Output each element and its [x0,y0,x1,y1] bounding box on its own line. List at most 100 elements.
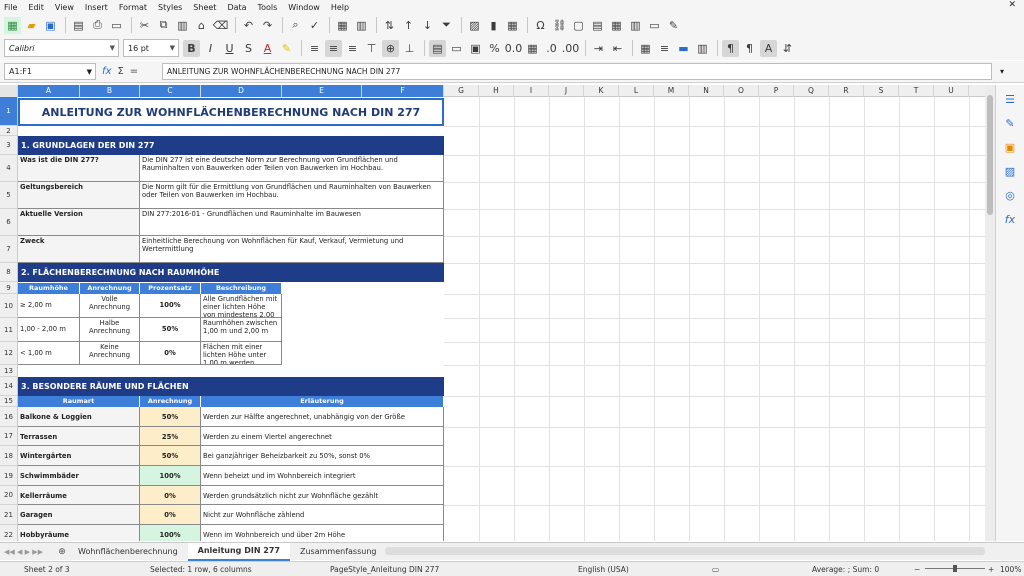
highlighting-icon[interactable]: ✎ [278,40,295,57]
menu-data[interactable]: Data [227,3,246,12]
comment-icon[interactable]: ▢ [570,17,587,34]
row-header-1[interactable]: 1 [0,97,18,126]
column-header-e[interactable]: E [282,85,362,97]
table-cell-beschreibung[interactable]: Raumhöhen zwischen 1,00 m und 2,00 m [201,318,282,342]
row-header-18[interactable]: 18 [0,446,18,466]
tab-navigation-arrows[interactable]: ◀◀ ◀ ▶ ▶▶ [0,548,56,556]
table-cell-anrechnung[interactable]: Keine Anrechnung [80,342,140,365]
raumart-cell[interactable]: Terrassen [18,427,140,446]
row-icon[interactable]: ▦ [334,17,351,34]
select-all-corner[interactable] [0,85,18,97]
language[interactable]: English (USA) [578,565,629,574]
align-right-icon[interactable]: ≡ [344,40,361,57]
menu-insert[interactable]: Insert [85,3,108,12]
column-header-j[interactable]: J [549,85,584,97]
sum-info[interactable]: Average: ; Sum: 0 [812,565,879,574]
table-cell-raumhoehe[interactable]: 1,00 - 2,00 m [18,318,80,342]
date-format-icon[interactable]: ▦ [524,40,541,57]
navigator-icon[interactable]: ◎ [1002,189,1018,205]
raumart-cell[interactable]: Kellerräume [18,486,140,505]
zoom-out-icon[interactable]: − [914,565,920,574]
hyperlink-icon[interactable]: ⛓ [551,17,568,34]
sheet-title[interactable]: ANLEITUNG ZUR WOHNFLÄCHENBERECHNUNG NACH… [18,98,444,126]
erlaeuterung-cell[interactable]: Wenn beheizt und im Wohnbereich integrie… [201,466,444,486]
align-bottom-icon[interactable]: ⊥ [401,40,418,57]
column-header-l[interactable]: L [619,85,654,97]
percent-format-icon[interactable]: % [486,40,503,57]
column-header-a[interactable]: A [18,85,80,97]
table-cell-anrechnung[interactable]: Volle Anrechnung [80,294,140,318]
anrechnung-cell[interactable]: 100% [140,466,201,486]
row-header-2[interactable]: 2 [0,126,18,136]
row-header-6[interactable]: 6 [0,209,18,236]
column-header-h[interactable]: H [479,85,514,97]
row-header-22[interactable]: 22 [0,525,18,541]
borders-icon[interactable]: ▦ [637,40,654,57]
print-preview-icon[interactable]: ▭ [108,17,125,34]
show-draw-functions-icon[interactable]: ✎ [665,17,682,34]
bold-icon[interactable]: B [183,39,200,57]
column-header-q[interactable]: Q [794,85,829,97]
selection-mode-icon[interactable]: ▭ [712,565,719,574]
grundlagen-text[interactable]: Einheitliche Berechnung von Wohnflächen … [140,236,444,263]
column-header-g[interactable]: G [444,85,479,97]
anrechnung-cell[interactable]: 0% [140,505,201,525]
row-header-16[interactable]: 16 [0,407,18,427]
spelling-icon[interactable]: ✓ [306,17,323,34]
autofilter-icon[interactable]: ⏷ [438,17,455,34]
menu-sheet[interactable]: Sheet [193,3,216,12]
column-header-f[interactable]: F [362,85,444,97]
menu-edit[interactable]: Edit [28,3,44,12]
table-header-prozentsatz[interactable]: Prozentsatz [140,283,201,294]
column-header-k[interactable]: K [584,85,619,97]
row-header-21[interactable]: 21 [0,505,18,525]
vertical-scrollbar[interactable] [985,85,995,541]
row-header-15[interactable]: 15 [0,396,18,407]
expand-formula-bar-icon[interactable]: ▾ [1000,67,1004,76]
grundlagen-label[interactable]: Geltungsbereich [18,182,140,209]
gallery-icon[interactable]: ▨ [1002,165,1018,181]
table-header-anrechnung[interactable]: Anrechnung [140,396,201,407]
table-header-raumhoehe[interactable]: Raumhöhe [18,283,80,294]
sidebar-menu-icon[interactable]: ☰ [1002,93,1018,109]
underline-icon[interactable]: U [221,40,238,57]
horizontal-scrollbar[interactable] [385,547,985,555]
insert-image-icon[interactable]: ▨ [466,17,483,34]
column-header-t[interactable]: T [899,85,934,97]
delete-decimal-icon[interactable]: .00 [562,40,580,57]
clone-formatting-icon[interactable]: ⌂ [193,17,210,34]
sort-ascending-icon[interactable]: ↑ [400,17,417,34]
table-header-anrechnung[interactable]: Anrechnung [80,283,140,294]
function-wizard-icon[interactable]: fx [102,66,111,77]
border-style-icon[interactable]: ≡ [656,40,673,57]
table-cell-prozentsatz[interactable]: 50% [140,318,201,342]
currency-format-icon[interactable]: ▣ [467,40,484,57]
row-header-9[interactable]: 9 [0,282,18,294]
anrechnung-cell[interactable]: 50% [140,407,201,427]
grundlagen-label[interactable]: Zweck [18,236,140,263]
row-header-11[interactable]: 11 [0,318,18,342]
freeze-rows-columns-icon[interactable]: ▥ [627,17,644,34]
styles-icon[interactable]: ▣ [1002,141,1018,157]
grundlagen-text[interactable]: Die DIN 277 ist eine deutsche Norm zur B… [140,155,444,182]
raumart-cell[interactable]: Hobbyräume [18,525,140,541]
menu-view[interactable]: View [55,3,74,12]
table-cell-prozentsatz[interactable]: 0% [140,342,201,365]
raumart-cell[interactable]: Schwimmbäder [18,466,140,486]
spreadsheet-grid[interactable]: A B C D E F G H I J K L M N O P Q R S T … [0,85,985,541]
table-cell-beschreibung[interactable]: Alle Grundflächen mit einer lichten Höhe… [201,294,282,318]
table-cell-anrechnung[interactable]: Halbe Anrechnung [80,318,140,342]
grundlagen-label[interactable]: Aktuelle Version [18,209,140,236]
font-color-icon[interactable]: A [259,40,276,57]
chevron-down-icon[interactable]: ▼ [110,44,118,52]
save-icon[interactable]: ▣ [42,17,59,34]
tab-zusammenfassung[interactable]: Zusammenfassung [290,543,386,561]
text-direction-icon[interactable]: A [760,39,777,57]
sort-descending-icon[interactable]: ↓ [419,17,436,34]
paste-icon[interactable]: ▥ [174,17,191,34]
raumart-cell[interactable]: Balkone & Loggien [18,407,140,427]
zoom-slider-handle[interactable] [953,565,957,572]
formula-icon[interactable]: = [130,66,138,77]
anrechnung-cell[interactable]: 25% [140,427,201,446]
erlaeuterung-cell[interactable]: Wenn im Wohnbereich und über 2m Höhe [201,525,444,541]
